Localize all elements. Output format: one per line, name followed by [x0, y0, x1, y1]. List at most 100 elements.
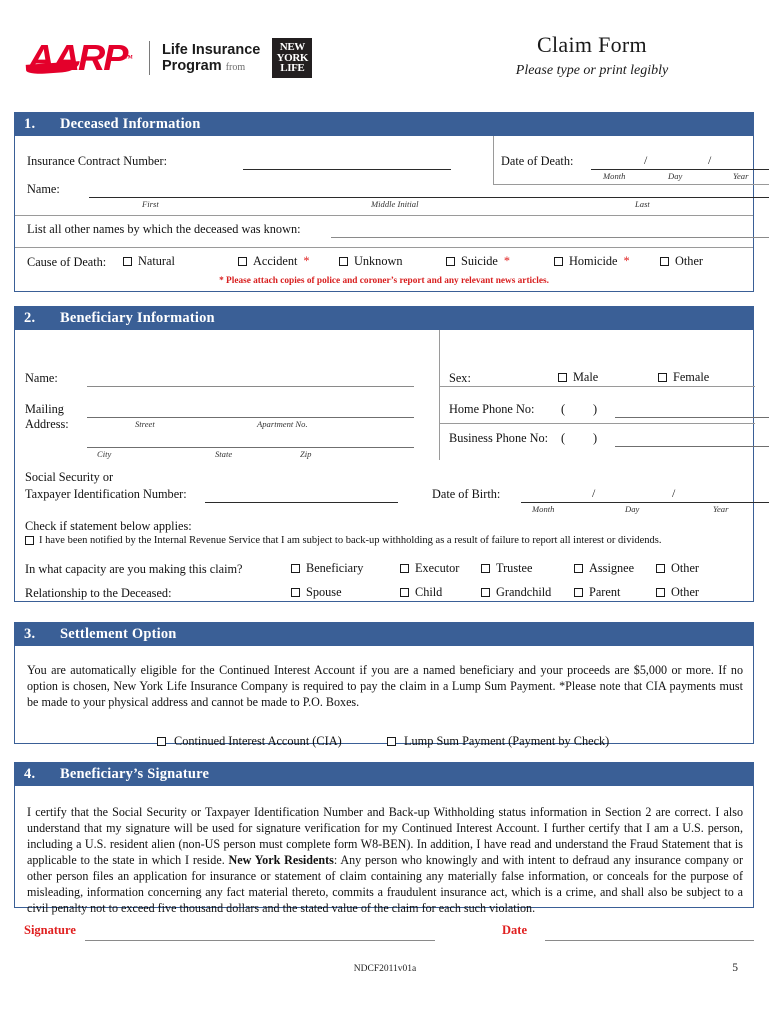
date-input[interactable]	[545, 940, 754, 941]
sex-row-divider	[439, 386, 755, 387]
page-title: Claim Form	[537, 32, 647, 57]
suicide-asterisk: *	[503, 254, 511, 268]
check-statement-label: Check if statement below applies:	[25, 519, 192, 533]
home-phone-paren-close: )	[593, 402, 598, 416]
dod-month-caption: Month	[603, 171, 626, 181]
cause-option-accident[interactable]: Accident *	[238, 254, 310, 269]
name-last-caption: Last	[635, 199, 650, 209]
checkbox-relationship-grandchild-icon[interactable]	[481, 588, 490, 597]
relationship-option-spouse-label: Spouse	[306, 585, 342, 599]
signature-input[interactable]	[85, 940, 435, 941]
cause-option-suicide-label: Suicide	[461, 254, 498, 268]
cause-option-unknown-label: Unknown	[354, 254, 403, 268]
sex-option-female[interactable]: Female	[658, 370, 709, 385]
checkbox-backup-withholding-icon[interactable]	[25, 536, 34, 545]
home-phone-input[interactable]	[615, 417, 769, 418]
checkbox-relationship-spouse-icon[interactable]	[291, 588, 300, 597]
checkbox-capacity-beneficiary-icon[interactable]	[291, 564, 300, 573]
mailing-address-city-input[interactable]	[87, 447, 414, 448]
relationship-option-child[interactable]: Child	[400, 585, 442, 600]
new-york-residents-heading: New York Residents	[228, 853, 334, 868]
capacity-option-assignee-label: Assignee	[589, 561, 635, 575]
dob-slash-2: /	[672, 486, 676, 500]
cause-option-natural-label: Natural	[138, 254, 175, 268]
capacity-option-executor[interactable]: Executor	[400, 561, 459, 576]
relationship-option-parent[interactable]: Parent	[574, 585, 620, 600]
street-caption: Street	[135, 419, 155, 429]
business-phone-input[interactable]	[615, 446, 769, 447]
checkbox-capacity-executor-icon[interactable]	[400, 564, 409, 573]
capacity-option-beneficiary[interactable]: Beneficiary	[291, 561, 363, 576]
contract-number-input[interactable]	[243, 169, 451, 170]
date-of-death-input[interactable]	[591, 169, 769, 170]
checkbox-female-icon[interactable]	[658, 373, 667, 382]
date-of-birth-input[interactable]	[521, 502, 769, 503]
page-header: AARP ™ Life Insurance Program from NEW YO…	[0, 0, 770, 100]
deceased-name-input[interactable]	[89, 197, 769, 198]
checkbox-capacity-other-icon[interactable]	[656, 564, 665, 573]
checkbox-unknown-icon[interactable]	[339, 257, 348, 266]
checkbox-relationship-child-icon[interactable]	[400, 588, 409, 597]
business-phone-paren-open: (	[561, 431, 566, 445]
cause-option-homicide[interactable]: Homicide *	[554, 254, 630, 269]
checkbox-lump-sum-payment-icon[interactable]	[387, 737, 396, 746]
logo-divider	[149, 41, 151, 75]
settlement-option-lump-sum[interactable]: Lump Sum Payment (Payment by Check)	[387, 734, 609, 749]
name-row-divider	[15, 215, 753, 216]
mailing-address-label-line2: Address:	[25, 417, 69, 431]
checkbox-natural-icon[interactable]	[123, 257, 132, 266]
cause-option-other[interactable]: Other	[660, 254, 703, 269]
relationship-option-grandchild-label: Grandchild	[496, 585, 552, 599]
page-number: 5	[732, 962, 738, 974]
relationship-label: Relationship to the Deceased:	[25, 586, 172, 600]
mailing-address-label-line1: Mailing	[25, 402, 64, 416]
section-beneficiary-signature: 4. Beneficiary’s Signature I certify tha…	[14, 762, 754, 915]
checkbox-suicide-icon[interactable]	[446, 257, 455, 266]
dob-year-caption: Year	[713, 504, 729, 514]
other-names-input[interactable]	[331, 237, 769, 238]
sex-label: Sex:	[449, 371, 471, 385]
attach-copies-note: * Please attach copies of police and cor…	[219, 276, 549, 286]
dod-section-vrule	[493, 136, 494, 184]
settlement-option-cia[interactable]: Continued Interest Account (CIA)	[157, 734, 342, 749]
state-caption: State	[215, 449, 233, 459]
section-beneficiary-information: 2. Beneficiary Information Name: Mailing…	[14, 306, 769, 602]
deceased-name-label: Name:	[27, 182, 60, 196]
relationship-option-other-label: Other	[671, 585, 699, 599]
relationship-option-other[interactable]: Other	[656, 585, 699, 600]
mailing-address-street-input[interactable]	[87, 417, 414, 418]
checkbox-relationship-parent-icon[interactable]	[574, 588, 583, 597]
checkbox-relationship-other-icon[interactable]	[656, 588, 665, 597]
section-1-body: Insurance Contract Number: Date of Death…	[15, 136, 769, 292]
business-phone-label: Business Phone No:	[449, 431, 549, 445]
capacity-option-other[interactable]: Other	[656, 561, 699, 576]
settlement-option-lump-sum-label: Lump Sum Payment (Payment by Check)	[404, 734, 610, 748]
sex-option-male[interactable]: Male	[558, 370, 598, 385]
checkbox-capacity-assignee-icon[interactable]	[574, 564, 583, 573]
dod-slash-2: /	[708, 153, 712, 167]
relationship-option-grandchild[interactable]: Grandchild	[481, 585, 551, 600]
home-phone-row-divider	[439, 423, 755, 424]
checkbox-continued-interest-account-icon[interactable]	[157, 737, 166, 746]
cause-option-suicide[interactable]: Suicide *	[446, 254, 510, 269]
checkbox-male-icon[interactable]	[558, 373, 567, 382]
backup-withholding-option[interactable]: I have been notified by the Internal Rev…	[25, 535, 662, 546]
beneficiary-name-label: Name:	[25, 371, 58, 385]
life-insurance-program-wordmark: Life Insurance Program from	[162, 42, 260, 74]
checkbox-accident-icon[interactable]	[238, 257, 247, 266]
relationship-option-spouse[interactable]: Spouse	[291, 585, 342, 600]
backup-withholding-label: I have been notified by the Internal Rev…	[39, 535, 662, 546]
checkbox-capacity-trustee-icon[interactable]	[481, 564, 490, 573]
cause-option-unknown[interactable]: Unknown	[339, 254, 403, 269]
aarp-logo: AARP ™	[25, 40, 133, 76]
beneficiary-name-input[interactable]	[87, 386, 414, 387]
section-deceased-information: 1. Deceased Information Insurance Contra…	[14, 112, 769, 292]
checkbox-homicide-icon[interactable]	[554, 257, 563, 266]
cause-option-natural[interactable]: Natural	[123, 254, 175, 269]
ssn-input[interactable]	[205, 502, 398, 503]
capacity-option-trustee[interactable]: Trustee	[481, 561, 532, 576]
section-2-number: 2.	[24, 310, 36, 326]
contract-number-label: Insurance Contract Number:	[27, 154, 167, 168]
capacity-option-assignee[interactable]: Assignee	[574, 561, 634, 576]
checkbox-other-cause-icon[interactable]	[660, 257, 669, 266]
